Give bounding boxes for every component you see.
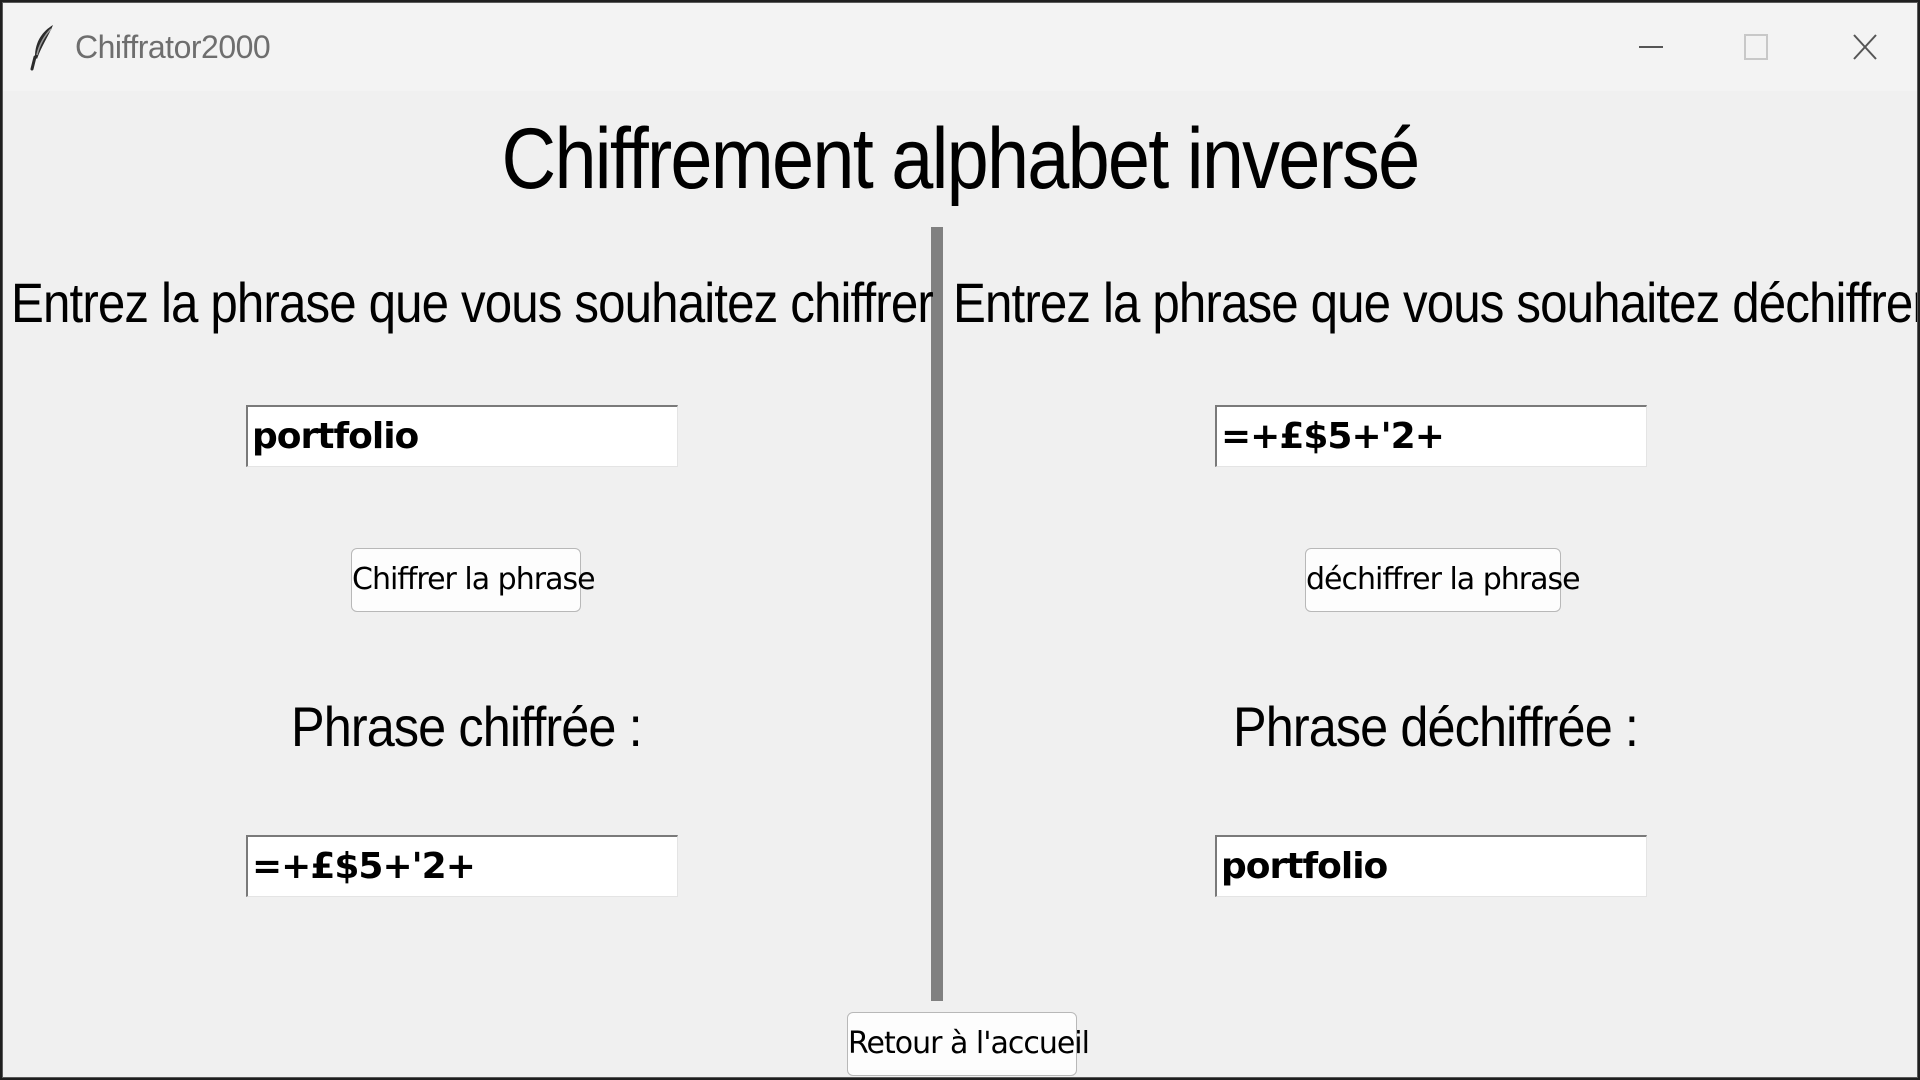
encrypt-button[interactable]: Chiffrer la phrase [351,548,596,612]
encrypt-heading: Entrez la phrase que vous souhaitez chif… [11,271,934,334]
decrypted-result-label: Phrase déchiffrée : [1233,695,1639,758]
encrypted-result-field[interactable] [246,835,678,897]
encrypt-input[interactable] [246,405,678,467]
decrypted-result-field[interactable] [1215,835,1647,897]
close-button[interactable] [1815,3,1915,91]
app-window: Chiffrator2000 Chiffrement alphabet inve… [2,2,1918,1078]
window-title: Chiffrator2000 [75,29,271,65]
maximize-button[interactable] [1705,3,1805,91]
minimize-button[interactable] [1601,3,1701,91]
decrypt-button[interactable]: déchiffrer la phrase [1305,548,1581,612]
close-icon [1853,34,1877,60]
encrypted-result-label: Phrase chiffrée : [291,695,643,758]
minimize-icon [1639,46,1663,48]
home-button[interactable]: Retour à l'accueil [847,1012,1090,1076]
title-bar[interactable]: Chiffrator2000 [3,3,1917,91]
decrypt-heading: Entrez la phrase que vous souhaitez déch… [953,271,1918,334]
maximize-icon [1744,34,1768,60]
decrypt-input[interactable] [1215,405,1647,467]
feather-icon [29,23,57,71]
page-title: Chiffrement alphabet inversé [501,111,1421,207]
panel-divider [931,227,943,1001]
